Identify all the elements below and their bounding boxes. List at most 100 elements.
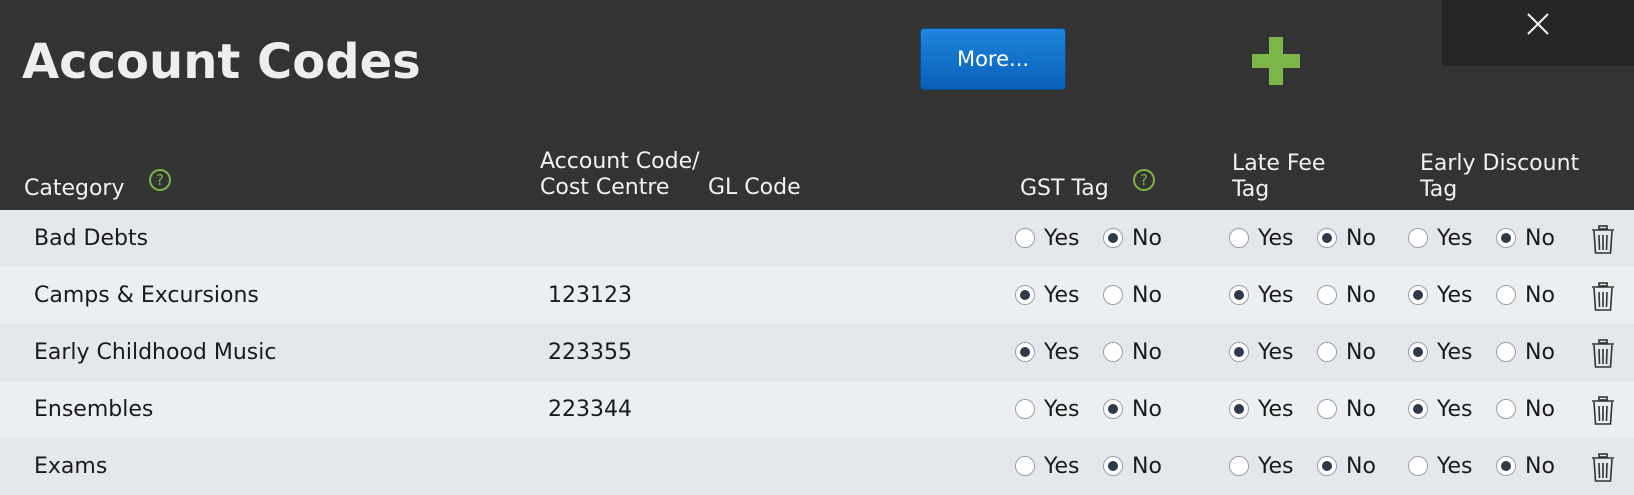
- category-cell: Early Childhood Music: [34, 340, 277, 365]
- late-fee-yes-radio[interactable]: [1229, 342, 1249, 362]
- column-header-early-discount-line2: Tag: [1420, 177, 1458, 202]
- gst-yes-label[interactable]: Yes: [1044, 267, 1080, 324]
- gst-yes-radio[interactable]: [1015, 399, 1035, 419]
- early-discount-yes-radio[interactable]: [1408, 399, 1428, 419]
- gst-yes-radio[interactable]: [1015, 456, 1035, 476]
- gst-no-label[interactable]: No: [1132, 267, 1162, 324]
- column-header-account-code-line1: Account Code/: [540, 149, 700, 174]
- table-row: Bad Debts Yes No Yes No Yes No: [0, 210, 1634, 267]
- category-cell: Camps & Excursions: [34, 283, 259, 308]
- column-header-gl-code: GL Code: [708, 175, 801, 200]
- account-code-cell: 223344: [548, 397, 632, 422]
- table-row: Early Childhood Music 223355 Yes No Yes …: [0, 324, 1634, 381]
- late-fee-no-label[interactable]: No: [1346, 438, 1376, 495]
- late-fee-no-label[interactable]: No: [1346, 210, 1376, 267]
- early-discount-yes-label[interactable]: Yes: [1437, 210, 1473, 267]
- delete-row-button[interactable]: [1590, 282, 1616, 312]
- early-discount-no-label[interactable]: No: [1525, 381, 1555, 438]
- account-codes-table: Bad Debts Yes No Yes No Yes No Camps & E: [0, 210, 1634, 495]
- gst-no-label[interactable]: No: [1132, 438, 1162, 495]
- gst-yes-label[interactable]: Yes: [1044, 210, 1080, 267]
- column-header-late-fee-line2: Tag: [1232, 177, 1270, 202]
- early-discount-yes-label[interactable]: Yes: [1437, 381, 1473, 438]
- late-fee-yes-radio[interactable]: [1229, 228, 1249, 248]
- delete-row-button[interactable]: [1590, 339, 1616, 369]
- early-discount-yes-radio[interactable]: [1408, 456, 1428, 476]
- early-discount-no-radio[interactable]: [1496, 342, 1516, 362]
- gst-no-radio[interactable]: [1103, 456, 1123, 476]
- gst-no-label[interactable]: No: [1132, 381, 1162, 438]
- column-header-early-discount-line1: Early Discount: [1420, 151, 1580, 176]
- late-fee-no-label[interactable]: No: [1346, 324, 1376, 381]
- trash-icon: [1592, 282, 1614, 311]
- more-button[interactable]: More...: [920, 28, 1066, 90]
- column-header-category: Category: [24, 176, 125, 201]
- close-icon: [1527, 13, 1549, 35]
- early-discount-no-label[interactable]: No: [1525, 267, 1555, 324]
- late-fee-no-label[interactable]: No: [1346, 267, 1376, 324]
- category-cell: Exams: [34, 454, 108, 479]
- category-help-icon[interactable]: ?: [149, 169, 171, 191]
- early-discount-no-label[interactable]: No: [1525, 324, 1555, 381]
- late-fee-no-radio[interactable]: [1317, 456, 1337, 476]
- close-button[interactable]: [1442, 0, 1634, 66]
- early-discount-yes-radio[interactable]: [1408, 228, 1428, 248]
- gst-no-radio[interactable]: [1103, 228, 1123, 248]
- table-row: Exams Yes No Yes No Yes No: [0, 438, 1634, 495]
- gst-yes-label[interactable]: Yes: [1044, 381, 1080, 438]
- late-fee-yes-label[interactable]: Yes: [1258, 381, 1294, 438]
- gst-no-radio[interactable]: [1103, 342, 1123, 362]
- trash-icon: [1592, 396, 1614, 425]
- trash-icon: [1592, 225, 1614, 254]
- early-discount-yes-label[interactable]: Yes: [1437, 267, 1473, 324]
- gst-yes-label[interactable]: Yes: [1044, 324, 1080, 381]
- late-fee-yes-radio[interactable]: [1229, 456, 1249, 476]
- gst-no-label[interactable]: No: [1132, 324, 1162, 381]
- gst-no-radio[interactable]: [1103, 399, 1123, 419]
- account-code-cell: 123123: [548, 283, 632, 308]
- category-cell: Ensembles: [34, 397, 154, 422]
- late-fee-no-radio[interactable]: [1317, 228, 1337, 248]
- column-header-account-code-line2: Cost Centre: [540, 175, 670, 200]
- gst-yes-radio[interactable]: [1015, 228, 1035, 248]
- trash-icon: [1592, 339, 1614, 368]
- late-fee-no-radio[interactable]: [1317, 342, 1337, 362]
- late-fee-yes-label[interactable]: Yes: [1258, 210, 1294, 267]
- column-header-gst-tag: GST Tag: [1020, 176, 1109, 201]
- early-discount-yes-radio[interactable]: [1408, 342, 1428, 362]
- early-discount-no-radio[interactable]: [1496, 399, 1516, 419]
- delete-row-button[interactable]: [1590, 453, 1616, 483]
- early-discount-no-radio[interactable]: [1496, 285, 1516, 305]
- early-discount-no-radio[interactable]: [1496, 228, 1516, 248]
- early-discount-yes-label[interactable]: Yes: [1437, 324, 1473, 381]
- delete-row-button[interactable]: [1590, 396, 1616, 426]
- gst-tag-help-icon[interactable]: ?: [1133, 169, 1155, 191]
- early-discount-no-radio[interactable]: [1496, 456, 1516, 476]
- gst-yes-radio[interactable]: [1015, 285, 1035, 305]
- early-discount-yes-label[interactable]: Yes: [1437, 438, 1473, 495]
- table-row: Camps & Excursions 123123 Yes No Yes No …: [0, 267, 1634, 324]
- account-code-cell: 223355: [548, 340, 632, 365]
- late-fee-no-radio[interactable]: [1317, 399, 1337, 419]
- gst-no-label[interactable]: No: [1132, 210, 1162, 267]
- late-fee-yes-radio[interactable]: [1229, 285, 1249, 305]
- early-discount-no-label[interactable]: No: [1525, 438, 1555, 495]
- late-fee-yes-label[interactable]: Yes: [1258, 324, 1294, 381]
- late-fee-yes-radio[interactable]: [1229, 399, 1249, 419]
- late-fee-yes-label[interactable]: Yes: [1258, 438, 1294, 495]
- early-discount-no-label[interactable]: No: [1525, 210, 1555, 267]
- late-fee-yes-label[interactable]: Yes: [1258, 267, 1294, 324]
- page-header: Account Codes More... Category ? Account…: [0, 0, 1634, 210]
- early-discount-yes-radio[interactable]: [1408, 285, 1428, 305]
- add-account-code-button[interactable]: [1252, 37, 1300, 85]
- table-row: Ensembles 223344 Yes No Yes No Yes No: [0, 381, 1634, 438]
- gst-yes-label[interactable]: Yes: [1044, 438, 1080, 495]
- gst-no-radio[interactable]: [1103, 285, 1123, 305]
- gst-yes-radio[interactable]: [1015, 342, 1035, 362]
- late-fee-no-radio[interactable]: [1317, 285, 1337, 305]
- late-fee-no-label[interactable]: No: [1346, 381, 1376, 438]
- page-title: Account Codes: [22, 34, 421, 90]
- delete-row-button[interactable]: [1590, 225, 1616, 255]
- trash-icon: [1592, 453, 1614, 482]
- column-header-late-fee-line1: Late Fee: [1232, 151, 1326, 176]
